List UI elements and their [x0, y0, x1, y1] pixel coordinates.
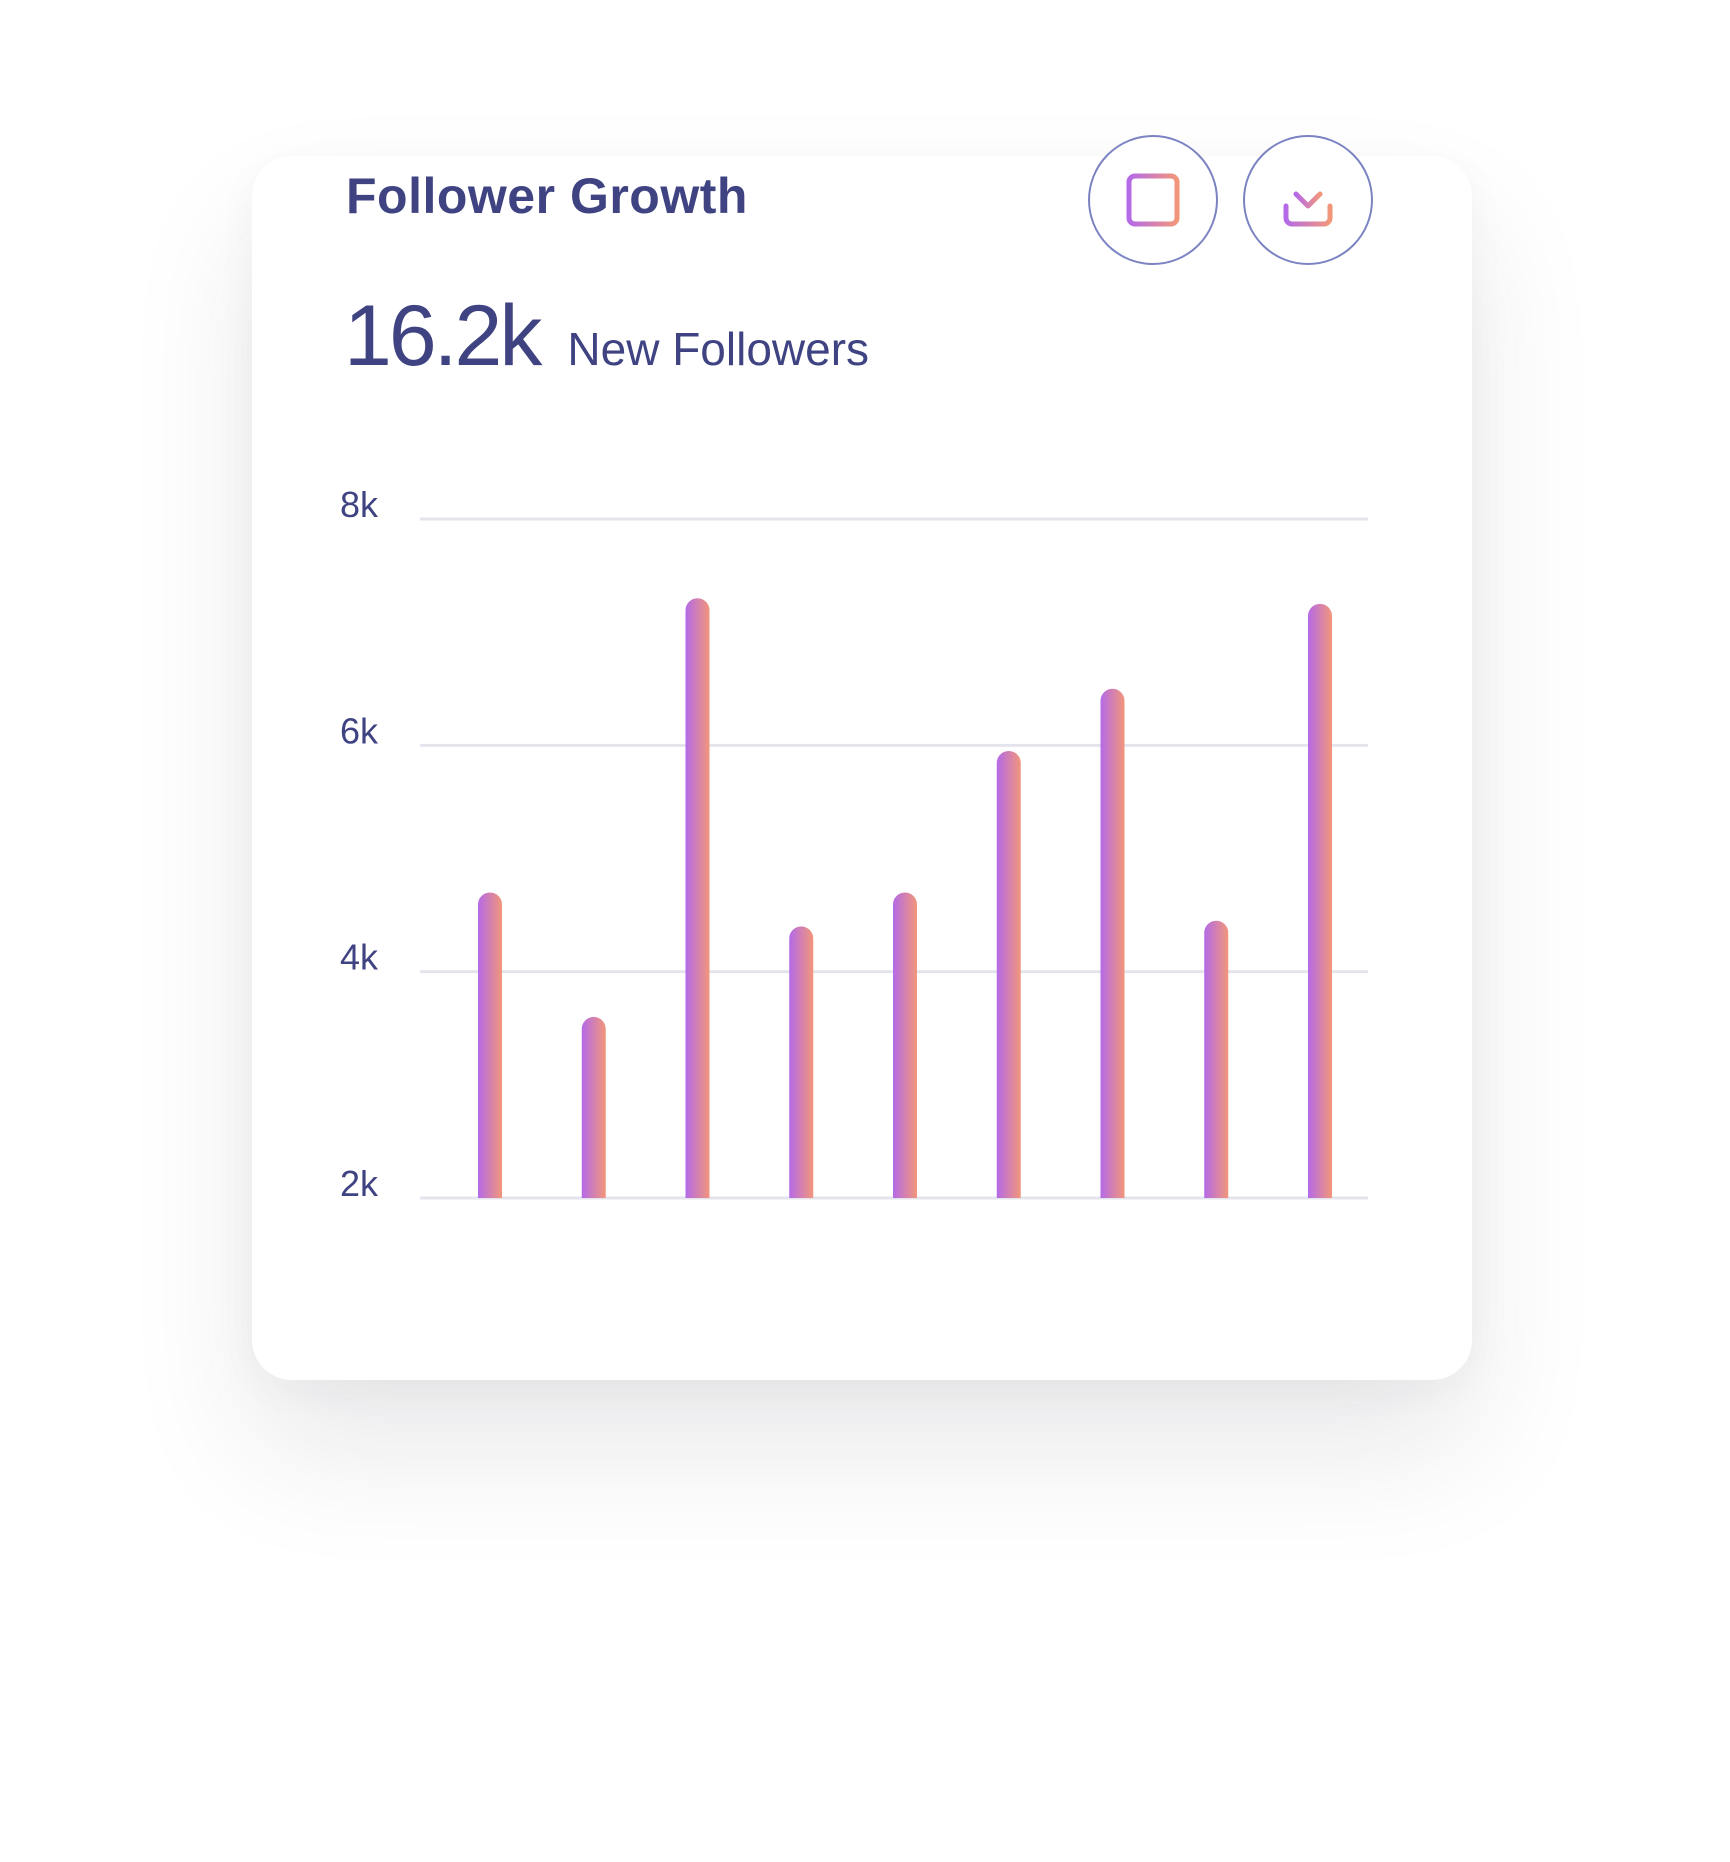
download-icon — [1283, 171, 1333, 227]
summary-value: 16.2k — [344, 288, 542, 384]
download-button[interactable] — [1243, 135, 1373, 265]
card-title: Follower Growth — [346, 168, 748, 224]
summary-stat: 16.2k New Followers — [344, 288, 869, 384]
table-view-button[interactable] — [1088, 135, 1218, 265]
table-grid-icon — [1126, 173, 1180, 227]
summary-label: New Followers — [567, 323, 870, 375]
